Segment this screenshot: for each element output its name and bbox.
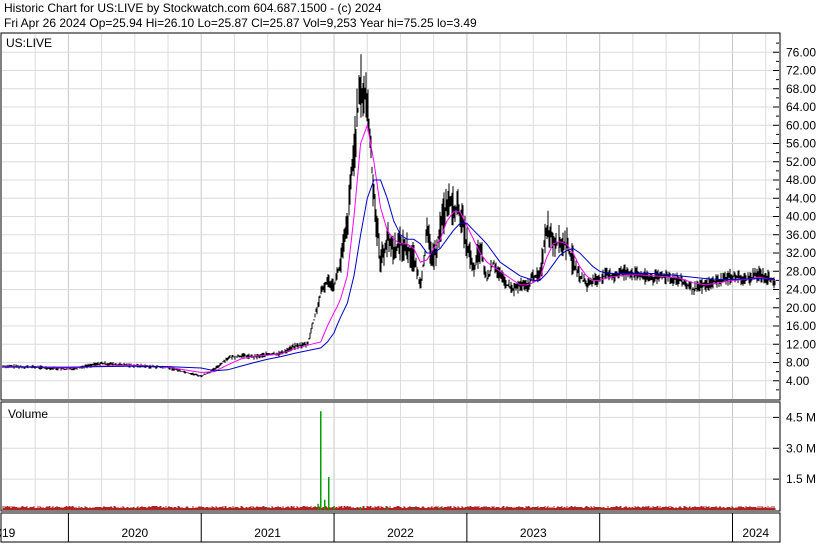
y-tick-label: 36.00 (786, 228, 816, 242)
y-tick-label: 76.00 (786, 45, 816, 59)
y-tick-label: 48.00 (786, 173, 816, 187)
y-tick-label: 40.00 (786, 210, 816, 224)
y-tick-label: 68.00 (786, 82, 816, 96)
vol-y-tick-label: 4.5 M (786, 410, 816, 424)
chart-header-line2: Fri Apr 26 2024 Op=25.94 Hi=26.10 Lo=25.… (4, 16, 477, 30)
x-tick-label: 2024 (742, 526, 769, 540)
y-tick-label: 44.00 (786, 191, 816, 205)
x-tick-label: 2021 (254, 526, 281, 540)
volume-panel-frame (0, 401, 781, 512)
y-tick-label: 8.00 (786, 356, 810, 370)
y-tick-label: 16.00 (786, 319, 816, 333)
price-grid (2, 34, 779, 399)
vol-y-tick-label: 1.5 M (786, 472, 816, 486)
x-tick-label: 2022 (387, 526, 414, 540)
chart-svg: Historic Chart for US:LIVE by Stockwatch… (0, 1, 816, 543)
x-tick-label: 2023 (520, 526, 547, 540)
historic-chart: Historic Chart for US:LIVE by Stockwatch… (0, 0, 830, 543)
y-tick-label: 28.00 (786, 264, 816, 278)
y-tick-label: 20.00 (786, 301, 816, 315)
price-panel-title: US:LIVE (6, 36, 52, 50)
y-tick-label: 56.00 (786, 137, 816, 151)
y-tick-label: 52.00 (786, 155, 816, 169)
y-tick-label: 24.00 (786, 283, 816, 297)
x-tick-label: 2019 (0, 526, 16, 540)
y-tick-label: 12.00 (786, 337, 816, 351)
chart-header-line1: Historic Chart for US:LIVE by Stockwatch… (4, 1, 382, 15)
y-tick-label: 72.00 (786, 64, 816, 78)
y-tick-label: 4.00 (786, 374, 810, 388)
vol-y-tick-label: 3.0 M (786, 441, 816, 455)
y-tick-label: 32.00 (786, 246, 816, 260)
volume-panel-title: Volume (8, 407, 48, 421)
x-tick-label: 2020 (121, 526, 148, 540)
y-tick-label: 60.00 (786, 118, 816, 132)
y-tick-label: 64.00 (786, 100, 816, 114)
